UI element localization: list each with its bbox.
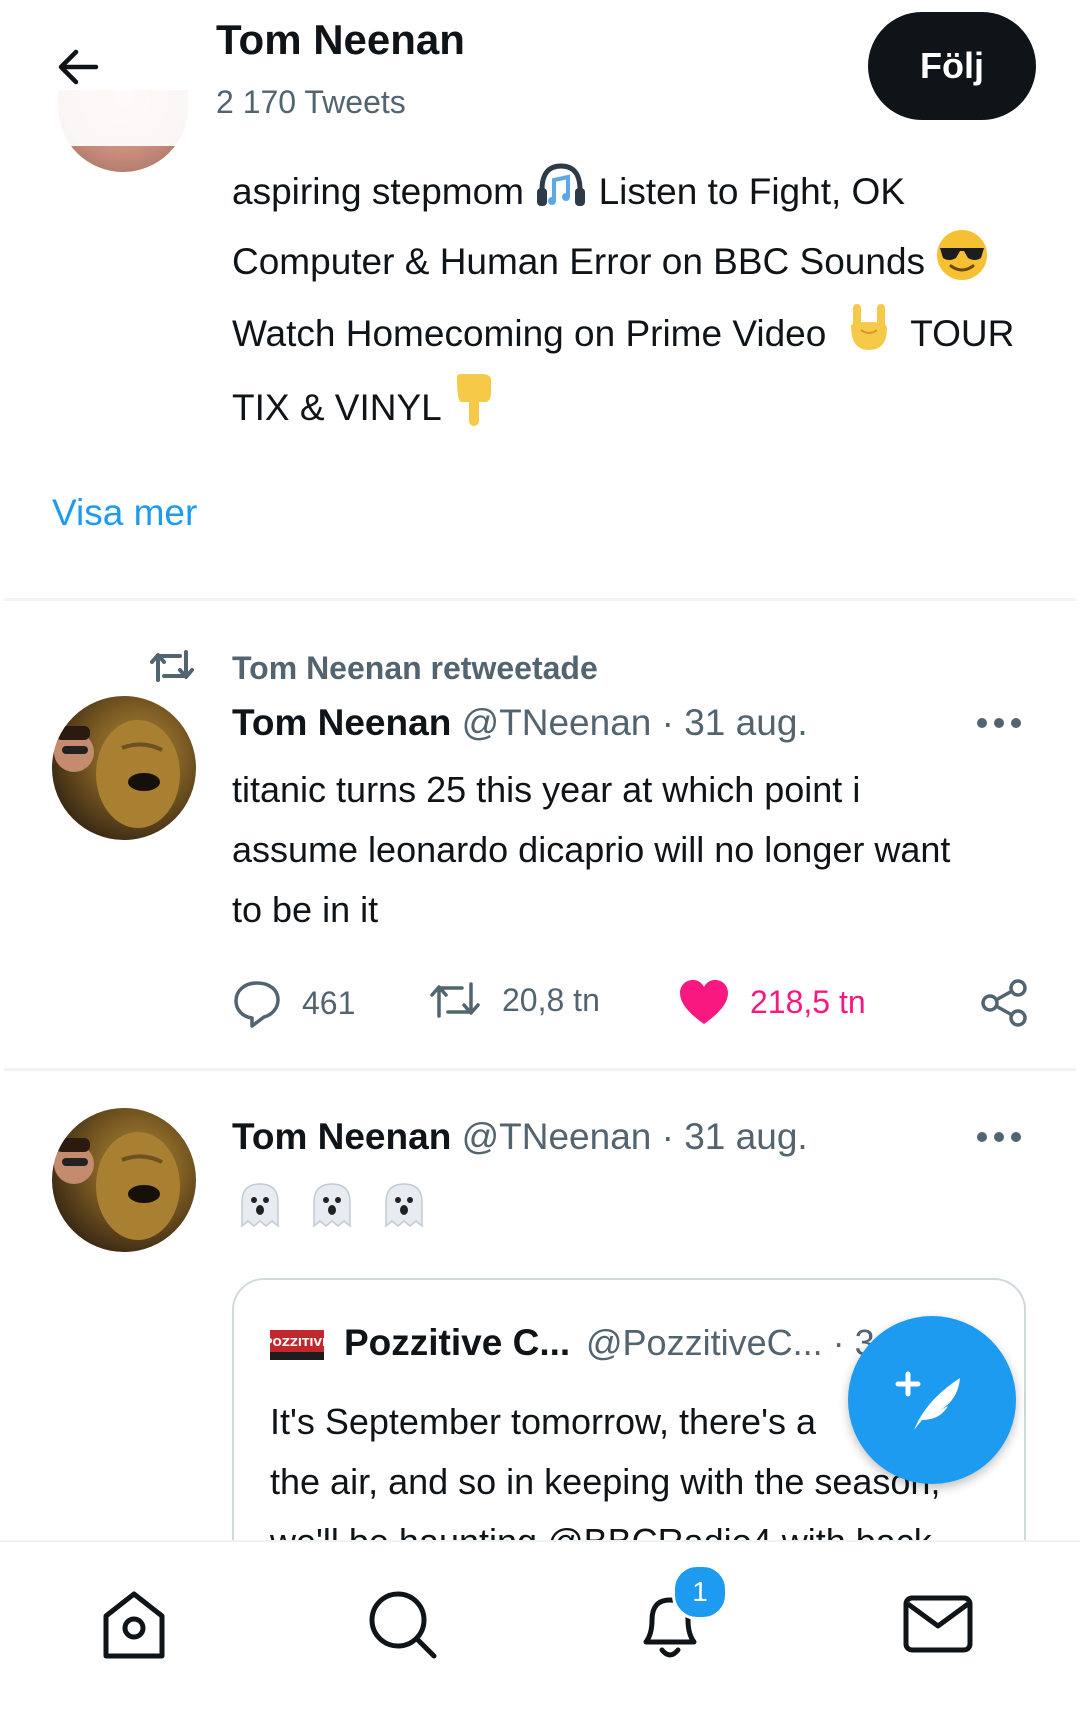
search-icon[interactable]: [362, 1584, 442, 1664]
profile-bio: aspiring stepmom Listen to Fight, OK Com…: [232, 160, 1042, 448]
tweet-text-line: assume leonardo dicaprio will no longer …: [232, 829, 951, 870]
svg-text:POZZITIVE: POZZITIVE: [270, 1336, 324, 1349]
headphones-icon: [534, 160, 588, 228]
tweet-avatar[interactable]: [52, 696, 196, 840]
reply-count: 461: [302, 984, 356, 1021]
bio-text: Listen to Fight, OK: [598, 170, 906, 212]
bio-text: TOUR: [910, 312, 1015, 354]
bio-text: Watch Homecoming on Prime Video: [232, 312, 827, 354]
ghost-emojis: [232, 1178, 432, 1234]
ghost-icon: [241, 1183, 279, 1228]
share-icon: [981, 979, 1027, 1027]
tweet-actions: 461 20,8 tn 218,5 tn: [232, 978, 1032, 1038]
home-icon[interactable]: [94, 1584, 174, 1664]
pozzitive-logo: POZZITIVE: [270, 1330, 324, 1360]
reply-button[interactable]: 461: [232, 978, 355, 1028]
rock-hand-icon: [847, 300, 891, 372]
compose-feather-icon: [895, 1371, 960, 1430]
divider: [4, 1068, 1076, 1071]
follow-button[interactable]: Följ: [868, 12, 1036, 120]
tweet-count: 2 170 Tweets: [216, 84, 406, 120]
quote-author-name: Pozzitive C...: [344, 1322, 571, 1363]
heart-icon: [680, 980, 728, 1024]
bio-text: Computer & Human Error on BBC Sounds: [232, 240, 926, 282]
pointing-down-icon: [451, 372, 495, 448]
retweet-button[interactable]: 20,8 tn: [428, 978, 600, 1022]
author-name: Tom Neenan: [232, 1116, 452, 1157]
author-handle: @TNeenan · 31 aug.: [461, 702, 808, 743]
ghost-icon: [313, 1183, 351, 1228]
sunglasses-face-icon: [935, 228, 989, 300]
more-options-icon[interactable]: [974, 708, 1024, 748]
ghost-icon: [385, 1183, 423, 1228]
divider: [4, 598, 1076, 601]
retweet-indicator: [148, 646, 196, 686]
author-handle: @TNeenan · 31 aug.: [461, 1116, 808, 1157]
like-button[interactable]: 218,5 tn: [678, 978, 866, 1026]
reply-icon: [234, 981, 280, 1028]
page-title: Tom Neenan: [216, 16, 465, 63]
retweet-label[interactable]: Tom Neenan retweetade: [232, 650, 598, 687]
bio-text: TIX & VINYL: [232, 386, 441, 428]
bio-text: aspiring stepmom: [232, 170, 525, 212]
retweet-icon: [430, 982, 480, 1018]
tweet-author[interactable]: Tom Neenan @TNeenan · 31 aug.: [232, 702, 808, 744]
show-more-link[interactable]: Visa mer: [52, 492, 197, 534]
retweet-count: 20,8 tn: [502, 981, 600, 1018]
tweet-text: titanic turns 25 this year at which poin…: [232, 760, 1032, 940]
messages-envelope-icon[interactable]: [898, 1584, 978, 1664]
tweet-text-line: titanic turns 25 this year at which poin…: [232, 769, 861, 810]
more-options-icon[interactable]: [974, 1122, 1024, 1162]
tweet-text-line: to be in it: [232, 889, 379, 930]
notification-badge: 1: [672, 1564, 728, 1620]
compose-tweet-button[interactable]: [848, 1316, 1016, 1484]
author-name: Tom Neenan: [232, 702, 452, 743]
back-arrow-icon[interactable]: [52, 40, 106, 94]
bottom-navigation: 1: [0, 1540, 1080, 1717]
share-button[interactable]: [980, 978, 1030, 1028]
tweet-author[interactable]: Tom Neenan @TNeenan · 31 aug.: [232, 1116, 808, 1158]
like-count: 218,5 tn: [750, 983, 866, 1020]
tweet-avatar[interactable]: [52, 1108, 196, 1252]
retweet-icon: [150, 650, 194, 682]
profile-header: Tom Neenan 2 170 Tweets Följ: [0, 0, 1080, 146]
quote-author-handle: @PozzitiveC... · 3: [586, 1322, 875, 1363]
